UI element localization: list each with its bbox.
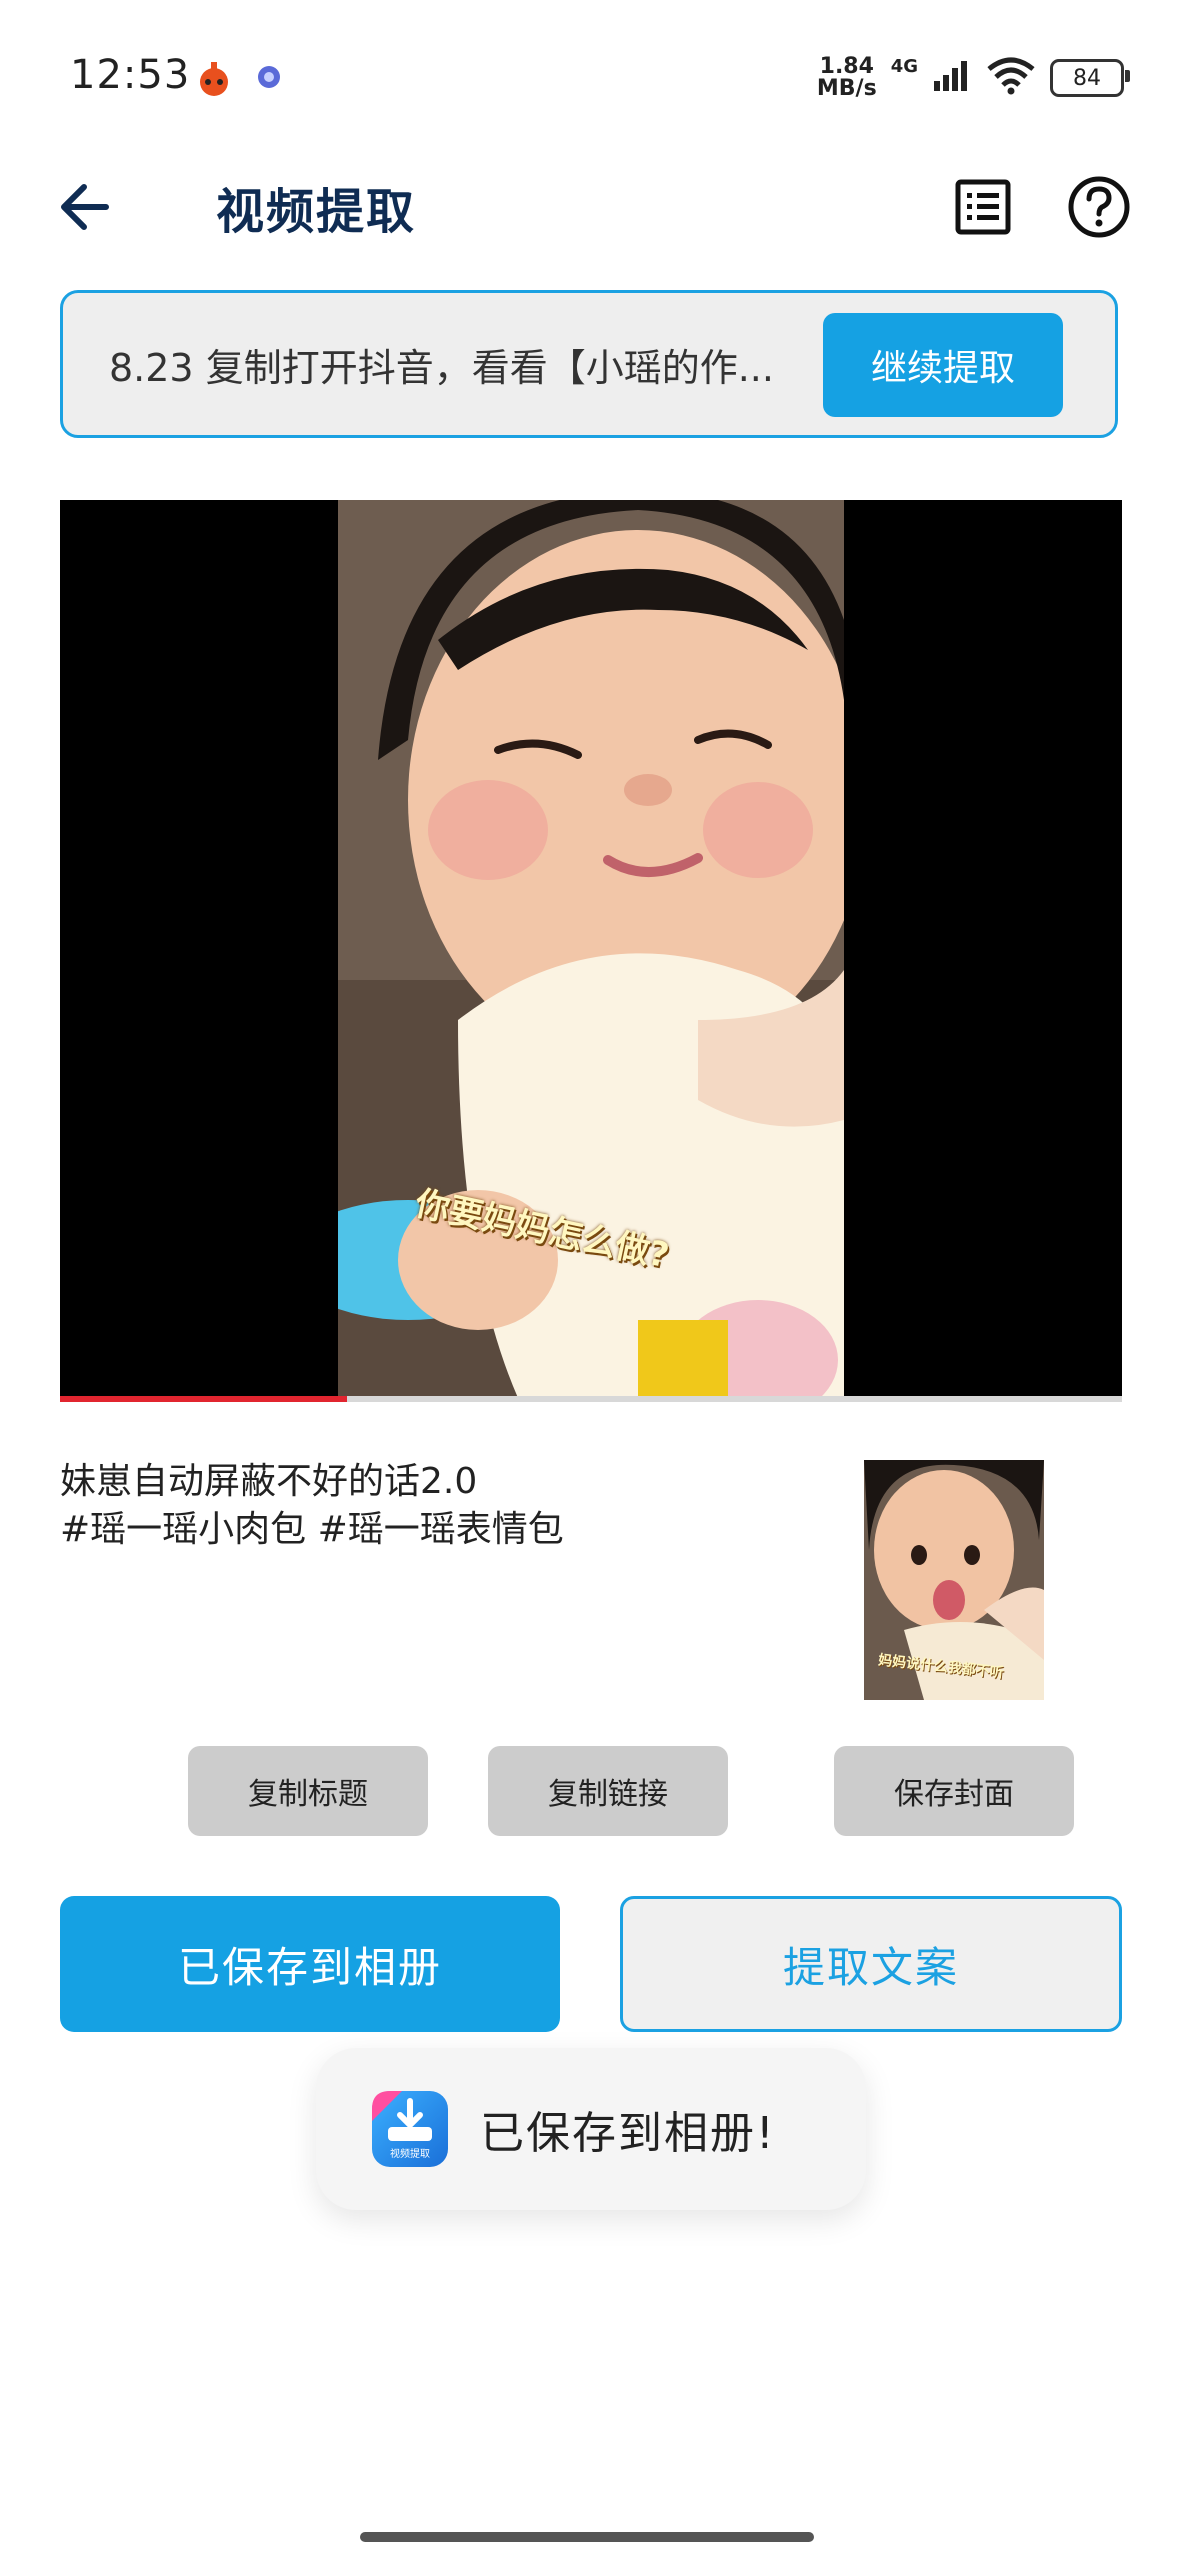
network-speed: 1.84 MB/s [817,56,877,100]
video-progress-fill [60,1396,347,1402]
back-button[interactable] [52,172,122,242]
app-logo-icon: 视频提取 [372,2091,448,2167]
home-indicator[interactable] [360,2532,814,2542]
help-icon [1068,176,1130,238]
video-progress-bar[interactable] [60,1396,1122,1402]
save-cover-button[interactable]: 保存封面 [834,1746,1074,1836]
copy-link-button[interactable]: 复制链接 [488,1746,728,1836]
status-icons: 1.84 MB/s 4G 84 [817,50,1130,106]
baby-video-image [338,500,844,1398]
battery-icon: 84 [1050,59,1130,97]
network-type: 4G [890,56,918,77]
saved-to-album-button[interactable]: 已保存到相册 [60,1896,560,2032]
help-button[interactable] [1064,172,1134,242]
small-dot-icon [256,64,282,94]
back-arrow-icon [61,184,109,230]
toast-message: 已保存到相册! [480,2108,776,2159]
app-notification-icon [192,56,236,104]
app-logo-text: 视频提取 [390,2147,430,2160]
page-title: 视频提取 [216,184,417,240]
history-list-button[interactable] [948,172,1018,242]
status-time: 12:53 [70,52,191,98]
battery-level: 84 [1073,65,1101,91]
video-frame: 你要妈妈怎么做? [338,500,844,1398]
saved-toast: 视频提取 已保存到相册! [316,2048,866,2210]
continue-extract-button[interactable]: 继续提取 [823,313,1063,417]
signal-icon [932,59,972,97]
list-icon [955,179,1011,235]
share-link-box: 8.23 复制打开抖音，看看【小瑶的作... 继续提取 [60,290,1118,438]
wifi-icon [986,57,1036,99]
video-description: 妹崽自动屏蔽不好的话2.0 #瑶一瑶小肉包 #瑶一瑶表情包 [60,1461,564,1550]
cover-thumbnail: 妈妈说什么我都不听 [864,1460,1044,1700]
extract-text-button[interactable]: 提取文案 [620,1896,1122,2032]
share-link-text[interactable]: 8.23 复制打开抖音，看看【小瑶的作... [109,337,799,392]
network-speed-unit: MB/s [816,76,877,101]
copy-title-button[interactable]: 复制标题 [188,1746,428,1836]
network-speed-value: 1.84 [819,54,874,79]
video-player[interactable]: 你要妈妈怎么做? [60,500,1122,1398]
